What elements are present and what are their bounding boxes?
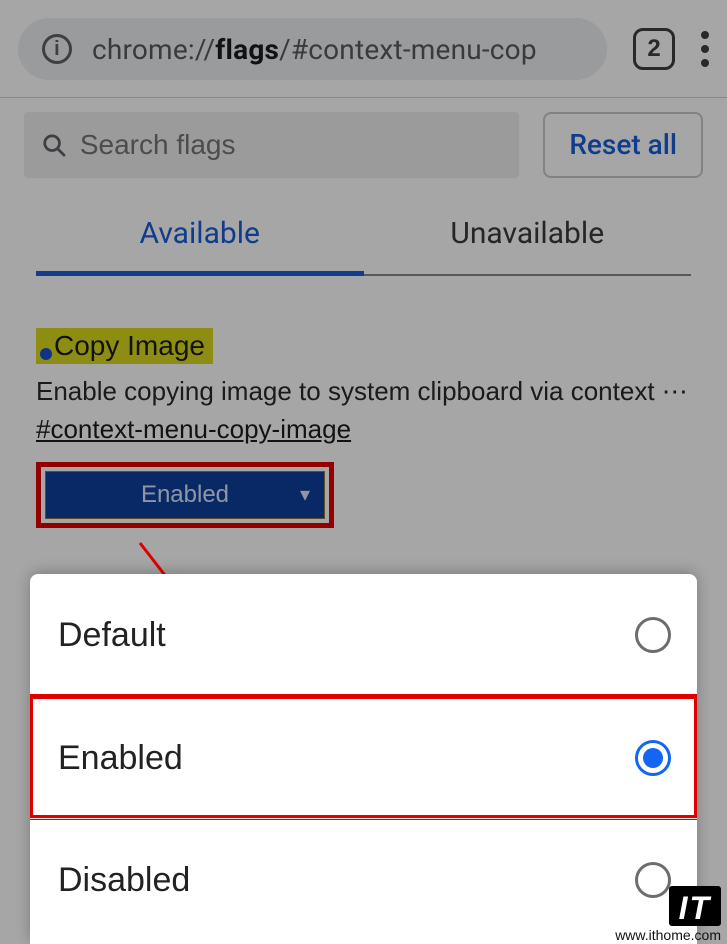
tab-switcher-button[interactable]: 2: [633, 28, 675, 70]
radio-icon: [635, 617, 671, 653]
flag-anchor-link[interactable]: #context-menu-copy-image: [36, 410, 691, 448]
flag-state-select[interactable]: Enabled: [45, 471, 325, 519]
select-options-sheet: Default Enabled Disabled: [30, 574, 697, 944]
search-flags-field[interactable]: [24, 112, 519, 178]
tab-unavailable[interactable]: Unavailable: [364, 216, 692, 276]
reset-all-button[interactable]: Reset all: [543, 112, 703, 178]
option-label: Enabled: [58, 741, 183, 775]
watermark: IT www.ithome.com: [615, 886, 721, 942]
flag-state-value: Enabled: [141, 483, 229, 507]
url-text: chrome://flags/#context-menu-cop: [92, 33, 537, 66]
option-label: Default: [58, 618, 166, 652]
search-input[interactable]: [80, 129, 501, 161]
info-icon: i: [42, 34, 72, 64]
option-label: Disabled: [58, 863, 190, 897]
search-icon: [42, 132, 66, 158]
overflow-menu-button[interactable]: [701, 31, 709, 67]
option-enabled[interactable]: Enabled: [30, 696, 697, 818]
annotation-highlight-select: Enabled: [36, 462, 334, 528]
radio-icon: [635, 740, 671, 776]
option-disabled[interactable]: Disabled: [30, 818, 697, 940]
option-default[interactable]: Default: [30, 574, 697, 696]
tab-available[interactable]: Available: [36, 216, 364, 276]
flag-title: Copy Image: [36, 328, 213, 364]
flag-description: Enable copying image to system clipboard…: [36, 372, 691, 410]
omnibox[interactable]: i chrome://flags/#context-menu-cop: [18, 18, 607, 80]
